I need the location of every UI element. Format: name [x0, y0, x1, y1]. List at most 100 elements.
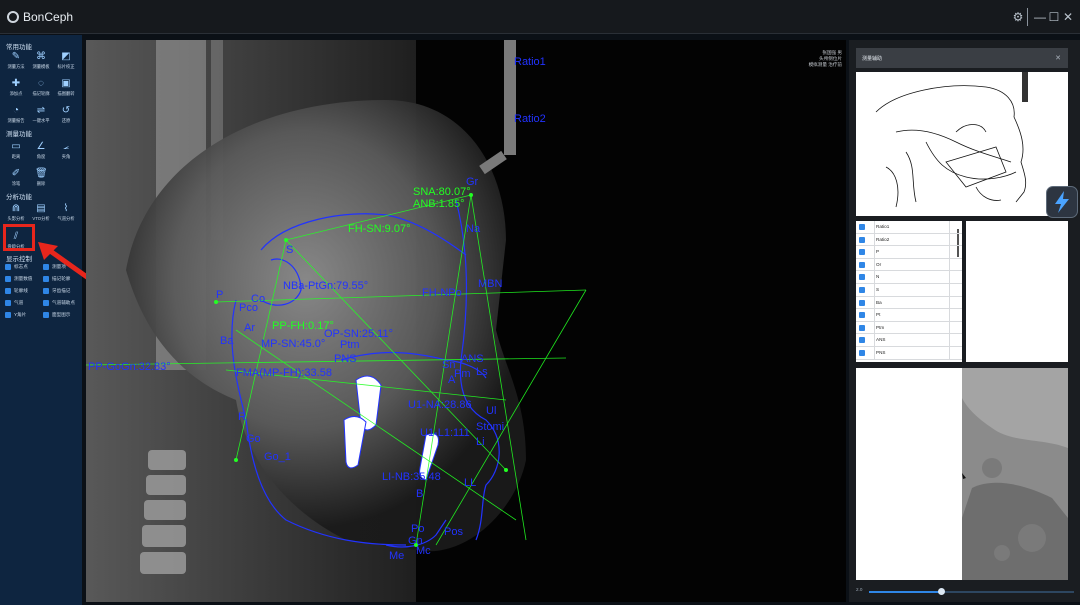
checkbox-icon[interactable] [859, 236, 865, 243]
landmark-label: FH-SN:9.07° [348, 223, 410, 235]
landmark-label: PP-GoGn:32.83° [88, 361, 171, 373]
landmark-row[interactable]: S [856, 283, 962, 297]
checkbox-icon[interactable] [859, 224, 865, 230]
landmark-row[interactable]: P [856, 246, 962, 259]
tool-pen[interactable]: ✐ 涂笔 [4, 168, 28, 190]
checkbox-icon[interactable] [859, 261, 865, 268]
tool-label: 删除 [36, 181, 46, 186]
display-option-label: Y角片 [14, 312, 27, 318]
landmark-row[interactable]: Ptm [856, 321, 962, 335]
landmark-label: Pco [239, 302, 258, 314]
minimize-button[interactable]: — [1033, 8, 1047, 26]
checkbox-icon[interactable] [859, 324, 865, 331]
tool-trash[interactable]: 🗑 删除 [29, 168, 53, 190]
display-option[interactable]: 轮廓线 [5, 288, 28, 294]
tool-level[interactable]: ⇌ 一键水平 [29, 105, 53, 127]
display-option-label: 面型图示 [52, 312, 71, 318]
tool-ruler-set[interactable]: ✎ 测量方法 [4, 51, 28, 73]
checkbox-icon[interactable] [43, 288, 49, 294]
tool-angle[interactable]: ∠ 角度 [29, 141, 53, 163]
landmark-label: MBN [478, 278, 503, 290]
landmark-cell [874, 321, 950, 334]
display-option-label: 牙齿描记 [52, 288, 71, 294]
checkbox-icon[interactable] [5, 312, 11, 318]
tool-template[interactable]: ⌘ 测量模板 [29, 51, 53, 73]
landmark-row[interactable]: Ratio1 [856, 221, 962, 234]
left-toolbar: 常用功能 ✎ 测量方法 ⌘ 测量模板 ◩ 标片校正 ✚ 添加点 ◌ 描记轮廓 ▣ 描图翻转 ◔ 测量报告 ⇌… [0, 35, 82, 605]
checkbox-icon[interactable] [859, 312, 865, 319]
checkbox-icon[interactable] [43, 312, 49, 318]
landmark-label: Go_1 [264, 451, 291, 463]
vto-icon: ▤ [36, 203, 46, 214]
landmark-name: Ba [876, 299, 882, 305]
landmark-row[interactable]: Pt [856, 309, 962, 322]
checkbox-icon[interactable] [859, 299, 865, 306]
close-icon[interactable]: ✕ [1055, 54, 1061, 62]
landmark-row[interactable]: Or [856, 258, 962, 272]
tool-label: 夹角 [61, 154, 71, 159]
zoom-value: 2.0 [856, 587, 863, 592]
display-option[interactable]: 测量数值 [5, 276, 32, 282]
display-option[interactable]: 气道 [5, 300, 23, 306]
checkbox-icon[interactable] [5, 288, 11, 294]
section-title-display: 显示控制 [6, 256, 32, 263]
checkbox-icon[interactable] [5, 276, 11, 282]
tool-vto[interactable]: ▤ VTO分析 [29, 203, 53, 225]
landmark-cell [874, 296, 950, 309]
landmark-label: ANB:1.85° [413, 198, 464, 210]
tool-distance[interactable]: ▭ 距离 [4, 141, 28, 163]
report-icon: ◔ [12, 105, 20, 116]
tool-add-point[interactable]: ✚ 添加点 [4, 78, 28, 100]
landmark-label: P [216, 289, 223, 301]
tool-ceph-analysis[interactable]: ⋒ 头影分析 [4, 203, 28, 225]
display-option-label: 气道 [14, 300, 24, 306]
add-point-icon: ✚ [11, 78, 21, 89]
display-option[interactable]: 气道辅助点 [43, 300, 75, 306]
checkbox-icon[interactable] [5, 264, 11, 270]
checkbox-icon[interactable] [859, 274, 865, 281]
display-option[interactable]: 标志点 [5, 264, 28, 270]
maximize-button[interactable]: ☐ [1047, 8, 1061, 26]
checkbox-icon[interactable] [859, 249, 865, 256]
landmark-row[interactable]: N [856, 271, 962, 284]
tool-restore[interactable]: ↺ 还原 [54, 105, 78, 127]
tool-label: 还原 [61, 118, 71, 123]
landmark-name: S [876, 286, 880, 292]
tool-contour[interactable]: ◌ 描记轮廓 [29, 78, 53, 100]
landmark-label: LL [464, 477, 476, 489]
lightning-icon [1055, 191, 1069, 213]
landmark-row[interactable]: Ba [856, 296, 962, 310]
checkbox-icon[interactable] [859, 286, 865, 293]
display-option[interactable]: Y角片 [5, 312, 26, 318]
display-option[interactable]: 面型图示 [43, 312, 70, 318]
landmark-label: Ar [244, 322, 255, 334]
tool-label: 一键水平 [32, 118, 50, 123]
tool-report[interactable]: ◔ 测量报告 [4, 105, 28, 127]
settings-gear-icon[interactable]: ⚙ [1011, 8, 1025, 26]
landmark-row[interactable]: ANS [856, 334, 962, 347]
assistant-float-button[interactable] [1046, 186, 1078, 218]
xray-viewer[interactable]: Ratio1 Ratio2 SNA:80.07° ANB:1.85° Gr Na FH-SN… [86, 40, 846, 602]
checkbox-icon[interactable] [859, 349, 865, 356]
checkbox-icon[interactable] [5, 300, 11, 306]
thumbnail-title: 测量辅助 [862, 56, 883, 62]
landmark-row[interactable]: PNS [856, 346, 962, 360]
tool-airway[interactable]: ⌇ 气道分析 [54, 203, 78, 225]
zoom-slider-handle[interactable] [938, 588, 945, 595]
tool-flip[interactable]: ▣ 描图翻转 [54, 78, 78, 100]
landmark-label: Ratio1 [514, 56, 546, 68]
tool-label: 角度 [36, 154, 46, 159]
checkbox-icon[interactable] [43, 300, 49, 306]
tool-calibrate[interactable]: ◩ 标片校正 [54, 51, 78, 73]
checkbox-icon[interactable] [859, 337, 865, 344]
landmark-list[interactable]: Ratio1 Ratio2 P Or N S Ba Pt Ptm ANS PNS [856, 221, 962, 362]
landmark-name: P [876, 249, 880, 255]
flip-icon: ▣ [61, 78, 71, 89]
display-option[interactable]: 牙齿描记 [43, 288, 70, 294]
pen-icon: ✐ [11, 168, 21, 179]
landmark-label: Ul [486, 405, 496, 417]
landmark-label: PNS [334, 353, 357, 365]
landmark-row[interactable]: Ratio2 [856, 233, 962, 247]
close-button[interactable]: ✕ [1061, 8, 1075, 26]
tool-included-angle[interactable]: ⦟ 夹角 [54, 141, 78, 163]
